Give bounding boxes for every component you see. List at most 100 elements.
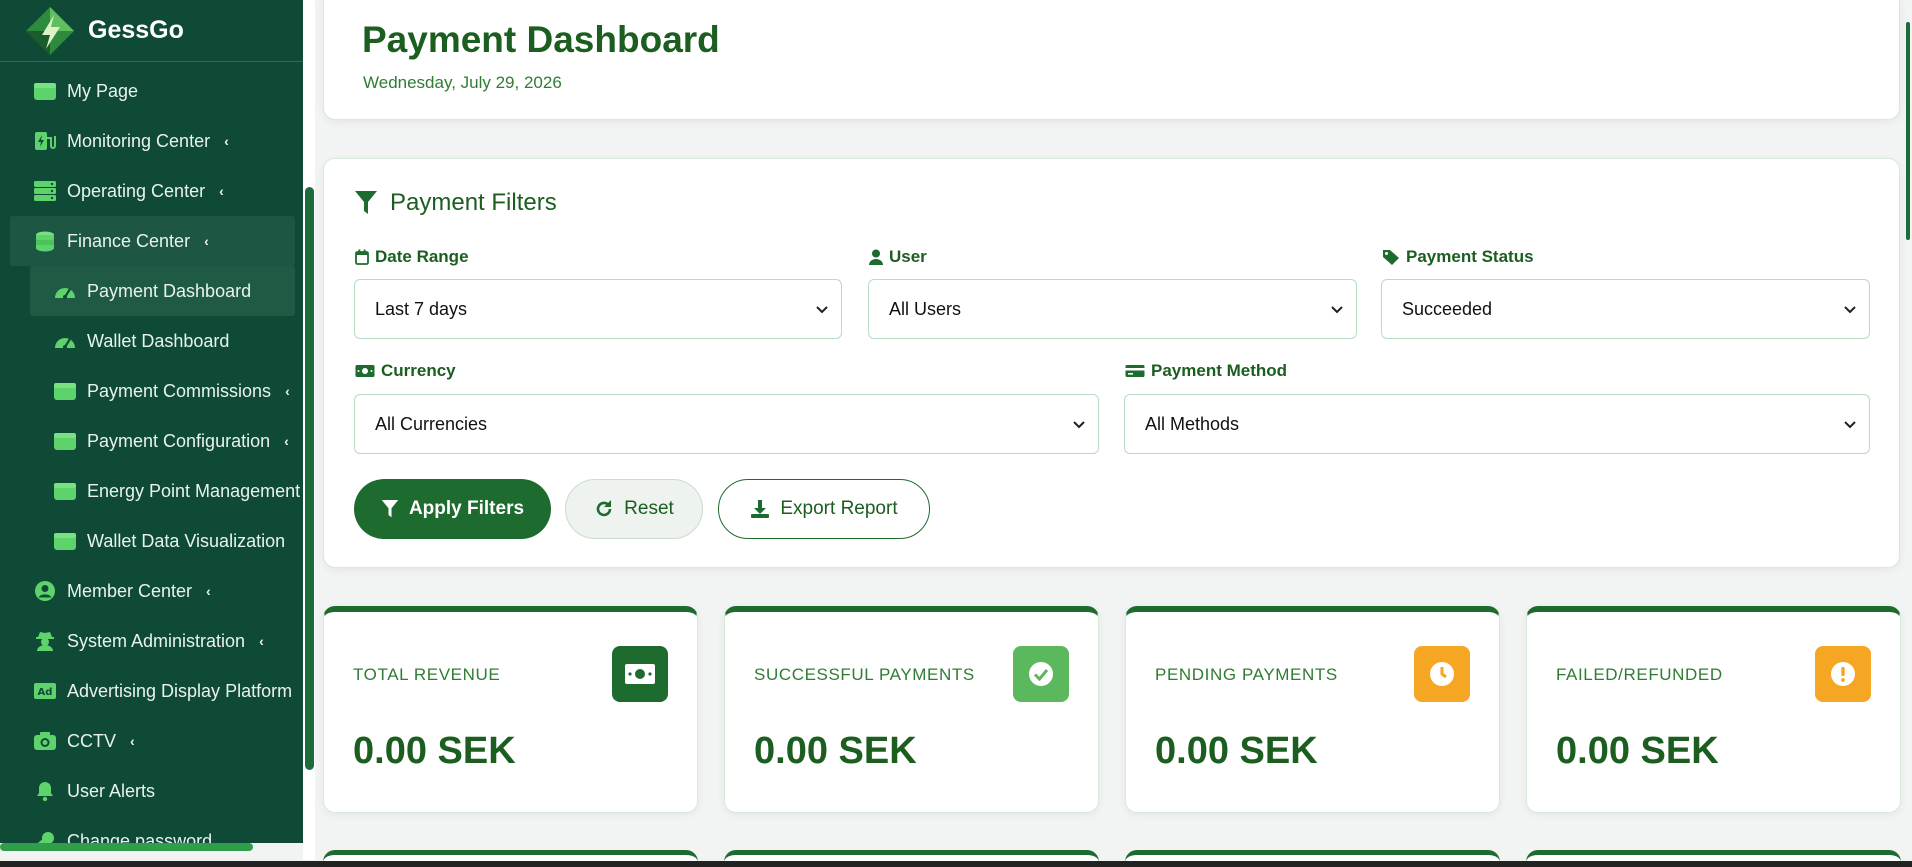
- wallet-icon: [53, 430, 77, 452]
- sidebar-item-label: Payment Configuration: [87, 430, 271, 451]
- filters-title: Payment Filters: [354, 189, 557, 217]
- user-select[interactable]: All Users: [868, 279, 1357, 339]
- chevron-left-icon: ‹: [259, 633, 264, 649]
- sidebar-nav: My Page Monitoring Center ‹ Operating Ce…: [0, 62, 303, 843]
- money-bill-icon: [612, 646, 668, 702]
- sidebar-item-payment-commissions[interactable]: Payment Commissions ‹: [0, 366, 303, 416]
- date-range-select[interactable]: Last 7 days: [354, 279, 842, 339]
- window-bottom-edge: [0, 861, 1912, 867]
- sidebar-item-label: Member Center: [67, 580, 193, 601]
- sidebar-item-wallet-dashboard[interactable]: Wallet Dashboard: [0, 316, 303, 366]
- sidebar-item-label: My Page: [67, 80, 139, 101]
- sidebar-item-operating-center[interactable]: Operating Center ‹: [0, 166, 303, 216]
- server-icon: [33, 180, 57, 202]
- user-circle-icon: [33, 580, 57, 602]
- payment-method-label-text: Payment Method: [1151, 361, 1288, 380]
- user-secret-icon: [33, 630, 57, 652]
- filter-icon: [355, 191, 377, 214]
- stat-card-failed-refunded: FAILED/REFUNDED 0.00 SEK: [1526, 606, 1901, 813]
- logo-icon: [26, 6, 74, 55]
- export-report-button[interactable]: Export Report: [718, 479, 930, 539]
- payment-method-select[interactable]: All Methods: [1124, 394, 1870, 454]
- sidebar-item-label: Operating Center: [67, 180, 206, 201]
- currency-label-text: Currency: [381, 361, 456, 380]
- sidebar-item-user-alerts[interactable]: User Alerts: [0, 766, 303, 816]
- sidebar-item-label: Finance Center: [67, 230, 191, 251]
- gauge-icon: [53, 280, 77, 302]
- stat-label: FAILED/REFUNDED: [1556, 665, 1723, 684]
- currency-select[interactable]: All Currencies: [354, 394, 1099, 454]
- coins-icon: [33, 230, 57, 252]
- stat-card-successful-payments: SUCCESSFUL PAYMENTS 0.00 SEK: [724, 606, 1099, 813]
- sidebar-item-label: Payment Commissions: [87, 380, 272, 401]
- sidebar-item-payment-dashboard[interactable]: Payment Dashboard: [30, 266, 295, 316]
- export-report-label: Export Report: [780, 498, 898, 519]
- download-icon: [751, 500, 770, 518]
- brand[interactable]: GessGo: [0, 0, 303, 62]
- chevron-left-icon: ‹: [285, 383, 290, 399]
- sidebar-horizontal-scrollbar[interactable]: [0, 843, 253, 851]
- sidebar-item-change-password[interactable]: Change password: [0, 816, 303, 843]
- sidebar-item-payment-configuration[interactable]: Payment Configuration ‹: [0, 416, 303, 466]
- redo-icon: [596, 500, 612, 517]
- sidebar-item-label: Monitoring Center: [67, 130, 211, 151]
- chevron-down-icon: [1073, 421, 1085, 429]
- stat-value: 0.00 SEK: [754, 730, 917, 772]
- chevron-down-icon: [1331, 306, 1343, 314]
- reset-label: Reset: [624, 498, 674, 519]
- payment-status-label: Payment Status: [1382, 247, 1534, 267]
- svg-text:Ad: Ad: [38, 687, 53, 698]
- chevron-left-icon: ‹: [224, 133, 229, 149]
- user-label: User: [869, 247, 927, 267]
- page-scrollbar[interactable]: [1906, 22, 1910, 240]
- gauge-icon: [53, 330, 77, 352]
- filter-icon: [381, 500, 399, 518]
- credit-card-icon: [1125, 365, 1145, 377]
- user-icon: [869, 249, 883, 265]
- user-value: All Users: [889, 298, 962, 319]
- chevron-down-icon: [1844, 306, 1856, 314]
- reset-button[interactable]: Reset: [565, 479, 703, 539]
- sidebar: GessGo My Page Monitoring Center ‹ Opera…: [0, 0, 303, 843]
- payment-method-label: Payment Method: [1125, 361, 1287, 381]
- payment-status-select[interactable]: Succeeded: [1381, 279, 1870, 339]
- sidebar-item-monitoring-center[interactable]: Monitoring Center ‹: [0, 116, 303, 166]
- bell-icon: [33, 780, 57, 802]
- chevron-left-icon: ‹: [219, 183, 224, 199]
- wallet-icon: [53, 530, 77, 552]
- clock-icon: [1414, 646, 1470, 702]
- stat-value: 0.00 SEK: [1155, 730, 1318, 772]
- wallet-icon: [33, 80, 57, 102]
- sidebar-item-system-administration[interactable]: System Administration ‹: [0, 616, 303, 666]
- chevron-left-icon: ‹: [130, 733, 135, 749]
- payment-status-label-text: Payment Status: [1406, 247, 1534, 266]
- charging-station-icon: [33, 130, 57, 152]
- chevron-down-icon: [1844, 421, 1856, 429]
- sidebar-item-my-page[interactable]: My Page: [0, 66, 303, 116]
- calendar-icon: [355, 249, 369, 265]
- brand-name: GessGo: [88, 16, 184, 44]
- sidebar-item-member-center[interactable]: Member Center ‹: [0, 566, 303, 616]
- check-circle-icon: [1013, 646, 1069, 702]
- sidebar-item-label: Advertising Display Platform: [67, 680, 293, 701]
- stat-label: SUCCESSFUL PAYMENTS: [754, 665, 975, 684]
- sidebar-item-energy-point-management[interactable]: Energy Point Management: [0, 466, 303, 516]
- page-title: Payment Dashboard: [362, 19, 720, 60]
- sidebar-scrollbar-thumb[interactable]: [305, 187, 314, 770]
- sidebar-item-finance-center[interactable]: Finance Center ‹: [10, 216, 295, 266]
- sidebar-item-label: Wallet Data Visualization: [87, 530, 286, 551]
- sidebar-item-cctv[interactable]: CCTV ‹: [0, 716, 303, 766]
- chevron-left-icon: ‹: [206, 583, 211, 599]
- sidebar-item-label: User Alerts: [67, 780, 156, 801]
- sidebar-item-wallet-data-visualization[interactable]: Wallet Data Visualization: [0, 516, 303, 566]
- stat-label: TOTAL REVENUE: [353, 665, 501, 684]
- stat-value: 0.00 SEK: [353, 730, 516, 772]
- sidebar-item-advertising-display-platform[interactable]: Ad Advertising Display Platform: [0, 666, 303, 716]
- user-label-text: User: [889, 247, 927, 266]
- date-range-label: Date Range: [355, 247, 469, 267]
- currency-label: Currency: [355, 361, 456, 381]
- apply-filters-button[interactable]: Apply Filters: [354, 479, 551, 539]
- page-date: Wednesday, July 29, 2026: [363, 73, 562, 92]
- payment-filters-panel: Payment Filters Date Range Last 7 days U…: [323, 158, 1900, 568]
- chevron-left-icon: ‹: [204, 233, 209, 249]
